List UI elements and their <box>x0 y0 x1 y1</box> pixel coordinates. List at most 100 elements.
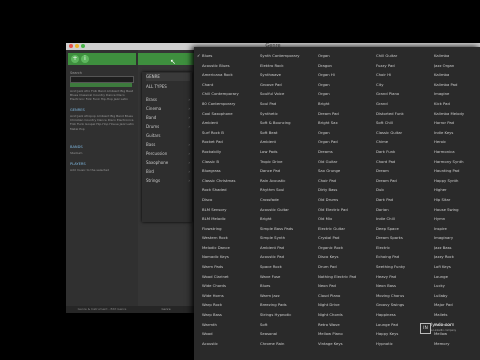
genre-menu-item[interactable]: Bird › <box>146 168 190 176</box>
dropdown-menu-item[interactable]: Indie Keys <box>434 128 480 138</box>
dropdown-menu-item[interactable]: Nomadic Keys <box>202 252 262 262</box>
genre-menu-item[interactable]: Drums › <box>146 123 190 131</box>
dropdown-menu-item[interactable]: Warp Bass <box>202 310 262 320</box>
dropdown-menu-item[interactable]: Hip Sitar <box>434 195 480 205</box>
dropdown-menu-item[interactable]: Lofi Keys <box>434 262 480 272</box>
genre-menu-item[interactable]: GENRE <box>146 73 190 81</box>
genre-menu-item[interactable]: Cinema › <box>146 105 190 113</box>
dropdown-menu-item[interactable]: Retro Wave <box>318 320 378 330</box>
genre-menu-item[interactable]: Guitars <box>146 132 190 140</box>
dropdown-menu-item[interactable]: Warm Pads <box>202 262 262 272</box>
dropdown-menu-item[interactable]: Higher <box>434 185 480 195</box>
dropdown-menu-item[interactable]: Flowstring <box>202 224 262 234</box>
dropdown-menu-item[interactable]: Old Drums <box>318 195 378 205</box>
dropdown-menu-item[interactable]: Bright <box>260 214 320 224</box>
search-input[interactable] <box>70 76 134 83</box>
dropdown-menu-item[interactable]: Surf Rock B <box>202 128 262 138</box>
dropdown-menu-item[interactable]: Soft Chill <box>376 118 436 128</box>
dropdown-menu-item[interactable]: Wave Fuse <box>260 272 320 282</box>
dropdown-menu-item[interactable]: Acoustic Blues <box>202 61 262 71</box>
dropdown-menu-item[interactable]: Choir Hi <box>376 70 436 80</box>
dropdown-menu-item[interactable]: Simple Bass Pads <box>260 224 320 234</box>
dropdown-menu-item[interactable]: Tropic Drive <box>260 157 320 167</box>
dropdown-menu-item[interactable]: Classic Christmas <box>202 176 262 186</box>
dropdown-menu-item[interactable]: Haunting Pad <box>434 166 480 176</box>
dropdown-menu-item[interactable]: Lounge <box>434 272 480 282</box>
dropdown-menu-item[interactable]: Classic Guitar <box>376 128 436 138</box>
dropdown-menu-item[interactable]: Neon Pad <box>318 281 378 291</box>
dropdown-menu-item[interactable]: Harmonica <box>434 147 480 157</box>
dropdown-menu-item[interactable]: Wood Clarinet <box>202 272 262 282</box>
dropdown-menu-item[interactable]: Cool Saxophone <box>202 109 262 119</box>
dropdown-menu-item[interactable]: Organic Rock <box>318 243 378 253</box>
dropdown-menu-item[interactable]: Bright Sax <box>318 118 378 128</box>
dropdown-menu-item[interactable]: Melodic Dance <box>202 243 262 253</box>
dropdown-menu-item[interactable]: Old Electric Pad <box>318 205 378 215</box>
dropdown-menu-item[interactable]: Memory <box>434 339 480 349</box>
dropdown-menu-item[interactable]: Dream Pad <box>376 176 436 186</box>
info-icon[interactable]: i <box>81 55 89 63</box>
dropdown-menu-item[interactable]: Seasonal <box>260 329 320 339</box>
genre-menu-item[interactable]: Strings › <box>146 177 190 185</box>
dropdown-menu-item[interactable]: Echoing Pad <box>376 252 436 262</box>
dropdown-menu-item[interactable]: House Swing <box>434 205 480 215</box>
dropdown-menu-item[interactable]: Ambient Pad <box>260 243 320 253</box>
dropdown-menu-item[interactable]: Horror Pad <box>434 118 480 128</box>
dropdown-menu-item[interactable]: Indie Chill <box>376 214 436 224</box>
dropdown-menu-item[interactable]: Grand <box>376 99 436 109</box>
dropdown-menu-item[interactable]: Strings Hypnotic <box>260 310 320 320</box>
dropdown-menu-item[interactable]: Rain Acoustic <box>260 176 320 186</box>
dropdown-menu-item[interactable]: Blues <box>202 51 262 61</box>
dropdown-menu-item[interactable]: Synthwave <box>260 70 320 80</box>
dropdown-menu-item[interactable]: Dark Pad <box>376 195 436 205</box>
dropdown-menu-item[interactable]: Drum Pad <box>318 262 378 272</box>
dropdown-menu-item[interactable]: Electric <box>376 243 436 253</box>
dropdown-menu-item[interactable]: Disco <box>202 195 262 205</box>
dropdown-menu-item[interactable]: Synthetic <box>260 109 320 119</box>
dropdown-menu-item[interactable]: Old Guitar <box>318 157 378 167</box>
dropdown-menu-item[interactable]: Dance Pad <box>260 166 320 176</box>
dropdown-menu-item[interactable]: Jazz Bass <box>434 243 480 253</box>
dropdown-menu-item[interactable]: Acoustic Guitar <box>260 205 320 215</box>
dropdown-menu-item[interactable]: Chant <box>202 80 262 90</box>
dropdown-menu-item[interactable]: Seething Funky <box>376 262 436 272</box>
dropdown-menu-item[interactable]: Dub <box>376 185 436 195</box>
dropdown-menu-item[interactable]: Moving Chorus <box>376 291 436 301</box>
selected-field[interactable] <box>70 83 132 87</box>
dropdown-menu-item[interactable]: Grand Piano <box>376 89 436 99</box>
dropdown-menu-item[interactable]: Elektro Rock <box>260 61 320 71</box>
dropdown-menu-item[interactable]: Vintage Keys <box>318 339 378 349</box>
dropdown-menu-item[interactable]: Kick Pad <box>434 99 480 109</box>
dropdown-menu-item[interactable]: Happy Synth <box>434 176 480 186</box>
dropdown-menu-item[interactable]: Organ <box>318 128 378 138</box>
dropdown-menu-item[interactable]: Kalimba Melody <box>434 109 480 119</box>
dropdown-menu-item[interactable]: Western Rock <box>202 233 262 243</box>
dropdown-menu-item[interactable]: Wood <box>202 329 262 339</box>
dropdown-menu-item[interactable]: Old Mix <box>318 214 378 224</box>
dropdown-menu-item[interactable]: Dream <box>376 166 436 176</box>
dropdown-menu-item[interactable]: Lucky <box>434 281 480 291</box>
dropdown-menu-item[interactable]: Breezing Pads <box>260 300 320 310</box>
add-icon[interactable]: + <box>71 55 79 63</box>
dropdown-menu-item[interactable]: Blues <box>260 281 320 291</box>
dropdown-menu-item[interactable]: Bright <box>318 99 378 109</box>
dropdown-menu-item[interactable]: Mellow Piano <box>318 329 378 339</box>
dropdown-menu-item[interactable]: Soulful Voice <box>260 89 320 99</box>
dropdown-menu-item[interactable]: Rocket Pad <box>202 137 262 147</box>
dropdown-menu-item[interactable]: Ambient <box>202 118 262 128</box>
dropdown-menu-item[interactable]: Acoustic <box>202 339 262 349</box>
dropdown-menu-item[interactable]: Jazz Organ <box>434 61 480 71</box>
dropdown-menu-item[interactable]: Americana Rock <box>202 70 262 80</box>
dropdown-menu-item[interactable]: Jazzy Rock <box>434 252 480 262</box>
dropdown-menu-item[interactable]: Soft Beat <box>260 128 320 138</box>
dropdown-menu-item[interactable]: Harmony Synth <box>434 157 480 167</box>
dropdown-menu-item[interactable]: Groovy Swings <box>376 300 436 310</box>
dropdown-menu-item[interactable]: Acoustic Pad <box>260 252 320 262</box>
dropdown-menu-item[interactable]: Rhythm Soul <box>260 185 320 195</box>
dropdown-menu-item[interactable]: Organ Pad <box>318 137 378 147</box>
dropdown-menu-item[interactable]: Groove Pad <box>260 80 320 90</box>
dropdown-menu-item[interactable]: Fuzzy Pad <box>376 61 436 71</box>
dropdown-menu-item[interactable]: Space Rock <box>260 262 320 272</box>
genre-menu-item[interactable]: Bass › <box>146 141 190 149</box>
dropdown-menu-item[interactable]: Heavy Pad <box>376 272 436 282</box>
